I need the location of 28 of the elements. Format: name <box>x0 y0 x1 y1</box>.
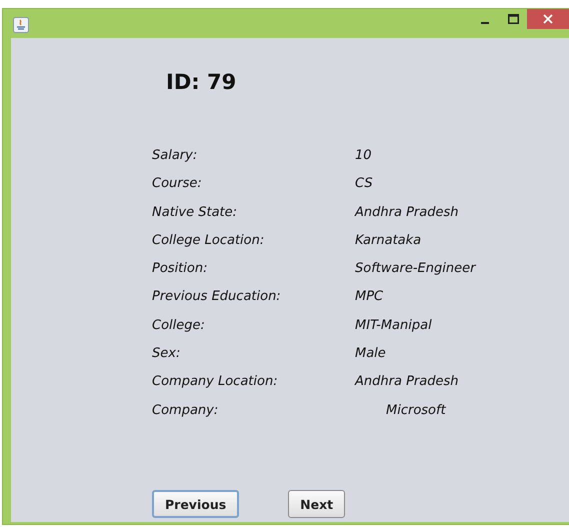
field-label: Native State: <box>152 204 238 222</box>
field-value: Software-Engineer <box>355 261 477 278</box>
field-label: Company: <box>152 402 220 420</box>
field-label: Company Location: <box>152 374 279 392</box>
minimize-icon <box>481 22 489 24</box>
field-value: Microsoft <box>385 402 447 420</box>
field-value: MPC <box>355 289 384 306</box>
close-button[interactable] <box>527 9 569 29</box>
next-button[interactable]: Next <box>288 490 346 518</box>
field-label: Previous Education: <box>152 289 282 306</box>
field-value: Karnataka <box>355 232 422 250</box>
field-label: Position: <box>152 261 208 278</box>
field-value: Male <box>355 346 387 364</box>
field-value: 10 <box>355 148 373 165</box>
previous-button[interactable]: Previous <box>152 490 240 518</box>
field-label: College: <box>152 318 206 335</box>
field-value: Andhra Pradesh <box>355 374 460 392</box>
app-icon <box>13 17 29 33</box>
field-label: Salary: <box>152 148 198 165</box>
field-label: Course: <box>152 176 203 194</box>
field-value: MIT-Manipal <box>355 318 433 335</box>
maximize-icon <box>508 14 518 24</box>
field-label: College Location: <box>152 232 266 250</box>
field-label: Sex: <box>152 346 182 364</box>
close-icon <box>543 14 553 24</box>
field-value: Andhra Pradesh <box>355 204 460 222</box>
record-id-heading: ID: 79 <box>166 70 238 96</box>
field-value: CS <box>355 176 374 194</box>
